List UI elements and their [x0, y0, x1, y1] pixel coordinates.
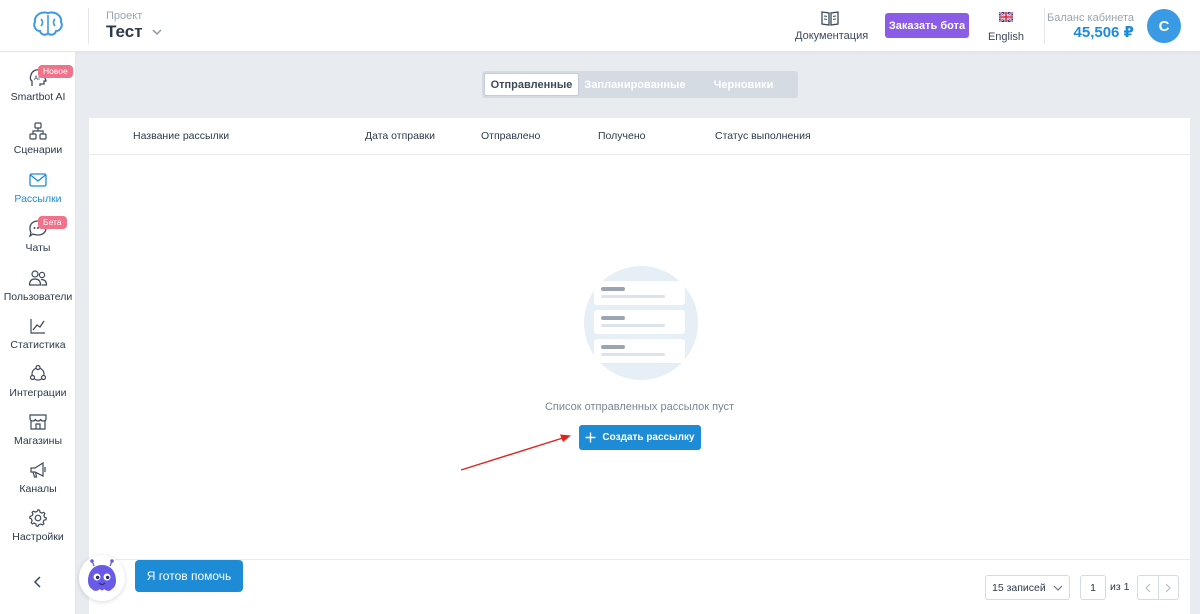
sidebar-item-label: Пользователи: [3, 291, 73, 303]
sidebar-item-label: Статистика: [10, 339, 66, 351]
per-page-select[interactable]: 15 записей: [985, 575, 1070, 600]
header-divider: [88, 8, 89, 44]
create-mailing-button[interactable]: Создать рассылку: [579, 425, 701, 450]
users-icon: [28, 270, 48, 286]
user-avatar[interactable]: С: [1147, 9, 1181, 43]
chevron-left-icon: [1144, 583, 1151, 592]
sidebar: AI Новое Smartbot AI Сценарии Рассылки Б…: [0, 52, 76, 614]
shop-icon: [29, 414, 47, 430]
sidebar-item-settings[interactable]: Настройки: [0, 508, 76, 552]
sidebar-item-smartbot-ai[interactable]: AI Новое Smartbot AI: [0, 65, 76, 112]
empty-state-message: Список отправленных рассылок пуст: [544, 401, 735, 413]
page-number-input[interactable]: 1: [1080, 575, 1106, 600]
project-selector[interactable]: Тест: [106, 22, 163, 42]
sidebar-item-statistics[interactable]: Статистика: [0, 316, 76, 360]
sidebar-item-scenarios[interactable]: Сценарии: [0, 121, 76, 165]
gear-icon: [29, 509, 47, 527]
per-page-value: 15 записей: [992, 581, 1046, 594]
mailing-tabs: Отправленные Запланированные Черновики: [482, 71, 798, 98]
order-bot-button[interactable]: Заказать бота: [885, 13, 969, 38]
column-header-send-date[interactable]: Дата отправки: [365, 130, 435, 142]
collapse-sidebar-icon[interactable]: [30, 574, 46, 590]
create-mailing-label: Создать рассылку: [602, 432, 695, 443]
column-header-status[interactable]: Статус выполнения: [715, 130, 811, 142]
chevron-down-icon: [1053, 585, 1063, 591]
sidebar-item-label: Smartbot AI: [10, 91, 66, 103]
tab-drafts[interactable]: Черновики: [691, 73, 796, 96]
panel-footer-divider: [89, 559, 1190, 560]
header-divider: [1044, 8, 1045, 44]
next-page-button[interactable]: [1157, 576, 1179, 599]
plus-icon: [585, 432, 596, 443]
octopus-mascot-icon: [88, 559, 116, 591]
tab-sent[interactable]: Отправленные: [484, 73, 579, 96]
flow-icon: [29, 122, 47, 140]
sidebar-item-shops[interactable]: Магазины: [0, 412, 76, 456]
megaphone-icon: [30, 461, 46, 478]
sidebar-item-users[interactable]: Пользователи: [0, 268, 76, 312]
helper-mascot[interactable]: [79, 555, 125, 601]
integrations-icon: [29, 364, 47, 381]
brain-logo-icon[interactable]: [30, 9, 66, 39]
empty-list-illustration: [584, 266, 698, 380]
beta-badge: Бета: [38, 216, 67, 229]
prev-page-button[interactable]: [1138, 576, 1158, 599]
sidebar-item-label: Магазины: [13, 435, 63, 447]
help-button[interactable]: Я готов помочь: [135, 560, 243, 592]
uk-flag-icon: [999, 12, 1013, 22]
column-header-received[interactable]: Получено: [598, 130, 645, 142]
mailings-panel: Название рассылки Дата отправки Отправле…: [89, 118, 1190, 614]
sidebar-item-label: Каналы: [19, 483, 57, 495]
documentation-link[interactable]: Документация: [795, 8, 869, 48]
annotation-arrow: [460, 434, 571, 471]
column-header-sent[interactable]: Отправлено: [481, 130, 540, 142]
tab-scheduled[interactable]: Запланированные: [579, 73, 691, 96]
sidebar-item-label: Интеграции: [9, 387, 67, 399]
column-header-name[interactable]: Название рассылки: [133, 130, 229, 142]
balance-value[interactable]: 45,506 ₽: [1074, 23, 1134, 41]
page-total: из 1: [1110, 581, 1130, 593]
chevron-right-icon: [1165, 583, 1172, 592]
sidebar-item-label: Чаты: [25, 242, 51, 254]
language-switcher[interactable]: English: [986, 10, 1026, 43]
sidebar-item-label: Сценарии: [13, 144, 63, 156]
table-header: Название рассылки Дата отправки Отправле…: [89, 118, 1190, 155]
sidebar-item-mailings[interactable]: Рассылки: [0, 170, 76, 214]
chevron-down-icon: [152, 29, 162, 35]
sidebar-item-label: Рассылки: [14, 193, 62, 205]
sidebar-item-integrations[interactable]: Интеграции: [0, 364, 76, 408]
project-name: Тест: [106, 22, 143, 41]
sidebar-item-channels[interactable]: Каналы: [0, 460, 76, 504]
book-icon: [821, 11, 839, 26]
language-label: English: [987, 31, 1025, 43]
sidebar-item-chats[interactable]: Бета Чаты: [0, 216, 76, 263]
documentation-label: Документация: [795, 30, 869, 42]
chart-icon: [30, 319, 45, 334]
page-navigation: [1137, 575, 1179, 600]
sidebar-item-label: Настройки: [12, 531, 64, 543]
top-header: Проект Тест Документация Заказать бота E…: [0, 0, 1200, 52]
project-label: Проект: [106, 10, 143, 22]
new-badge: Новое: [38, 65, 73, 78]
mail-icon: [29, 173, 47, 187]
